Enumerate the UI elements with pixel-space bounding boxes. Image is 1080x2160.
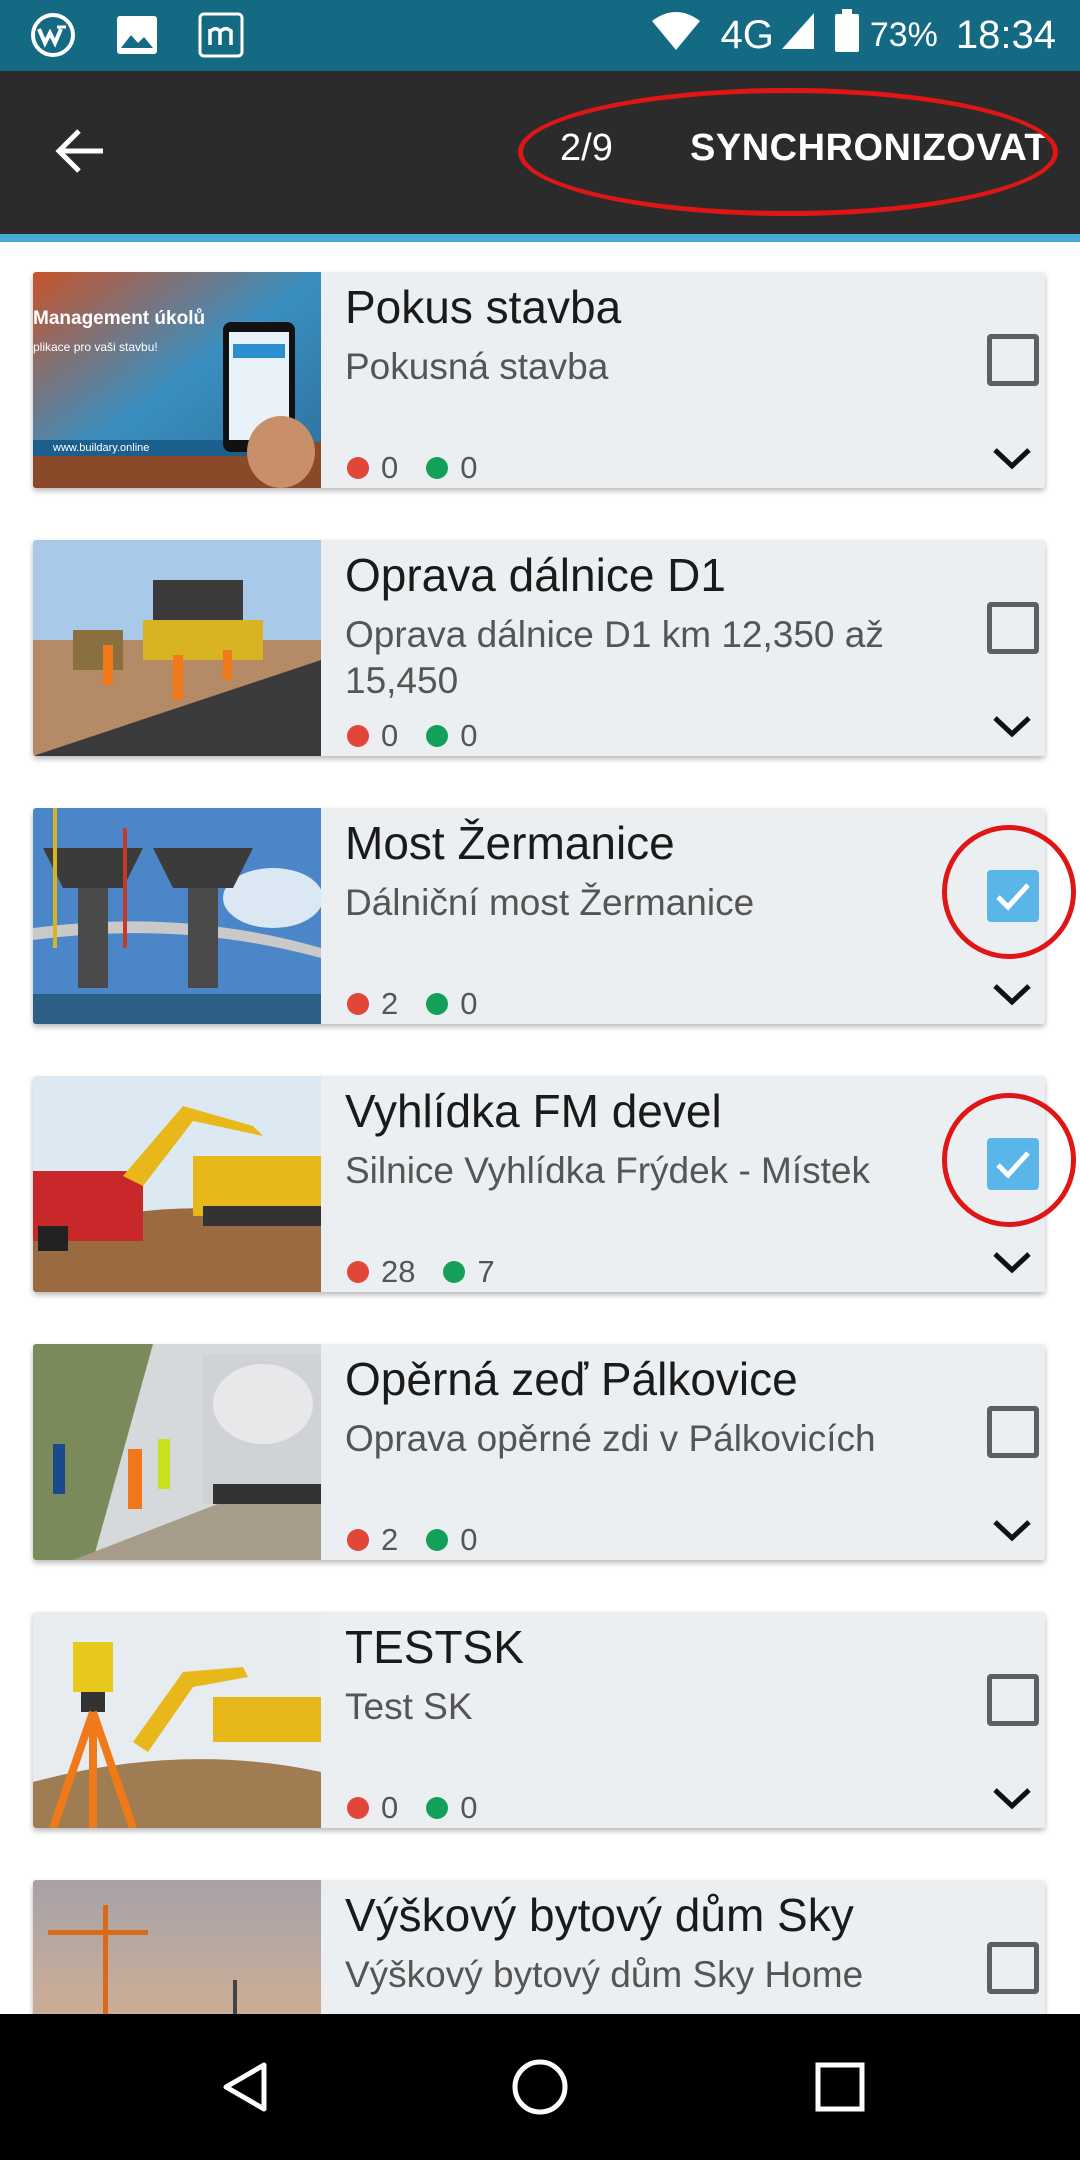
red-dot-icon xyxy=(347,993,369,1015)
project-subtitle: Dálniční most Žermanice xyxy=(345,882,755,923)
project-title: Výškový bytový dům Sky xyxy=(345,1889,854,1941)
green-count: 0 xyxy=(460,718,478,753)
project-title: Vyhlídka FM devel xyxy=(345,1085,722,1137)
project-card[interactable]: Oprava dálnice D1 Oprava dálnice D1 km 1… xyxy=(33,540,1045,756)
chevron-down-icon[interactable] xyxy=(987,1244,1037,1278)
project-thumbnail xyxy=(33,540,321,756)
green-dot-icon xyxy=(426,725,449,747)
network-type: 4G xyxy=(720,13,774,57)
project-title: Opěrná zeď Pálkovice xyxy=(345,1353,798,1405)
toolbar: 2/9 SYNCHRONIZOVAT xyxy=(0,71,1080,234)
project-checkbox[interactable] xyxy=(987,334,1039,386)
project-checkbox[interactable] xyxy=(987,1942,1039,1994)
back-triangle-icon xyxy=(223,2062,267,2112)
chevron-down-icon[interactable] xyxy=(987,708,1037,742)
red-count: 0 xyxy=(381,718,399,753)
project-thumbnail xyxy=(33,1076,321,1292)
arrow-left-icon xyxy=(55,129,103,173)
project-card[interactable]: Most Žermanice Dálniční most Žermanice 2… xyxy=(33,808,1045,1024)
project-checkbox[interactable] xyxy=(987,602,1039,654)
green-count: 0 xyxy=(460,1790,478,1825)
nav-home-button[interactable] xyxy=(500,2047,580,2127)
project-counts: 28 7 xyxy=(347,1254,523,1290)
status-bar: 4G 73% 18:34 xyxy=(0,0,1080,71)
back-button[interactable] xyxy=(40,111,120,191)
red-count: 2 xyxy=(381,1522,399,1557)
project-title: Oprava dálnice D1 xyxy=(345,549,726,601)
clock: 18:34 xyxy=(955,13,1056,57)
thumb-url: www.buildary.online xyxy=(53,442,150,454)
thumb-headline: Management úkolů xyxy=(33,308,206,329)
wifi-icon xyxy=(650,11,702,61)
project-card[interactable]: Management úkolů plikace pro vaši stavbu… xyxy=(33,272,1045,488)
project-checkbox[interactable] xyxy=(987,1674,1039,1726)
chevron-down-icon[interactable] xyxy=(987,1780,1037,1814)
red-dot-icon xyxy=(347,1261,369,1283)
project-counts: 2 0 xyxy=(347,986,506,1022)
red-dot-icon xyxy=(347,725,369,747)
project-title: TESTSK xyxy=(345,1621,524,1673)
green-dot-icon xyxy=(426,993,449,1015)
green-count: 0 xyxy=(460,450,478,485)
green-dot-icon xyxy=(443,1261,466,1283)
project-title: Pokus stavba xyxy=(345,281,622,333)
toolbar-accent-line xyxy=(0,234,1080,242)
project-subtitle: Oprava opěrné zdi v Pálkovicích xyxy=(345,1418,876,1459)
battery-icon xyxy=(834,8,860,63)
project-list[interactable]: Management úkolů plikace pro vaši stavbu… xyxy=(0,242,1080,2014)
annotation-oval xyxy=(518,88,1058,216)
green-count: 7 xyxy=(477,1254,495,1289)
red-count: 0 xyxy=(381,1790,399,1825)
annotation-circle xyxy=(942,825,1076,959)
project-card[interactable]: Výškový bytový dům Sky Výškový bytový dů… xyxy=(33,1880,1045,2014)
battery-percent: 73% xyxy=(869,16,938,54)
red-count: 2 xyxy=(381,986,399,1021)
nav-recents-button[interactable] xyxy=(800,2047,880,2127)
image-icon xyxy=(112,10,162,60)
green-dot-icon xyxy=(426,1529,449,1551)
project-counts: 0 0 xyxy=(347,1790,506,1826)
project-subtitle: Oprava dálnice D1 km 12,350 až 15,450 xyxy=(345,614,884,702)
project-subtitle: Silnice Vyhlídka Frýdek - Místek xyxy=(345,1150,871,1191)
signal-icon xyxy=(780,11,816,61)
green-dot-icon xyxy=(426,1797,449,1819)
annotation-circle xyxy=(942,1093,1076,1227)
project-thumbnail xyxy=(33,1344,321,1560)
project-card[interactable]: TESTSK Test SK 0 0 xyxy=(33,1612,1045,1828)
green-count: 0 xyxy=(460,986,478,1021)
chevron-down-icon[interactable] xyxy=(987,1512,1037,1546)
project-counts: 0 0 xyxy=(347,450,506,486)
project-counts: 2 0 xyxy=(347,1522,506,1558)
red-count: 28 xyxy=(381,1254,416,1289)
red-count: 0 xyxy=(381,450,399,485)
red-dot-icon xyxy=(347,1797,369,1819)
project-card[interactable]: Opěrná zeď Pálkovice Oprava opěrné zdi v… xyxy=(33,1344,1045,1560)
chevron-down-icon[interactable] xyxy=(987,976,1037,1010)
project-subtitle: Test SK xyxy=(345,1686,473,1727)
project-thumbnail xyxy=(33,1612,321,1828)
recents-square-icon xyxy=(815,2062,865,2112)
project-thumbnail xyxy=(33,1880,321,2014)
green-dot-icon xyxy=(426,457,449,479)
project-thumbnail: Management úkolů plikace pro vaši stavbu… xyxy=(33,272,321,488)
green-count: 0 xyxy=(460,1522,478,1557)
navigation-bar xyxy=(0,2014,1080,2160)
project-thumbnail xyxy=(33,808,321,1024)
project-title: Most Žermanice xyxy=(345,817,675,869)
thumb-subline: plikace pro vaši stavbu! xyxy=(33,340,158,354)
red-dot-icon xyxy=(347,457,369,479)
app-logo-icon xyxy=(28,10,78,60)
chevron-down-icon[interactable] xyxy=(987,440,1037,474)
nav-back-button[interactable] xyxy=(206,2047,286,2127)
home-circle-icon xyxy=(512,2059,568,2115)
project-card[interactable]: Vyhlídka FM devel Silnice Vyhlídka Frýde… xyxy=(33,1076,1045,1292)
red-dot-icon xyxy=(347,1529,369,1551)
messenger-m-icon xyxy=(196,10,246,60)
project-subtitle: Pokusná stavba xyxy=(345,346,609,387)
project-checkbox[interactable] xyxy=(987,1406,1039,1458)
project-subtitle: Výškový bytový dům Sky Home xyxy=(345,1954,864,1995)
project-counts: 0 0 xyxy=(347,718,506,754)
